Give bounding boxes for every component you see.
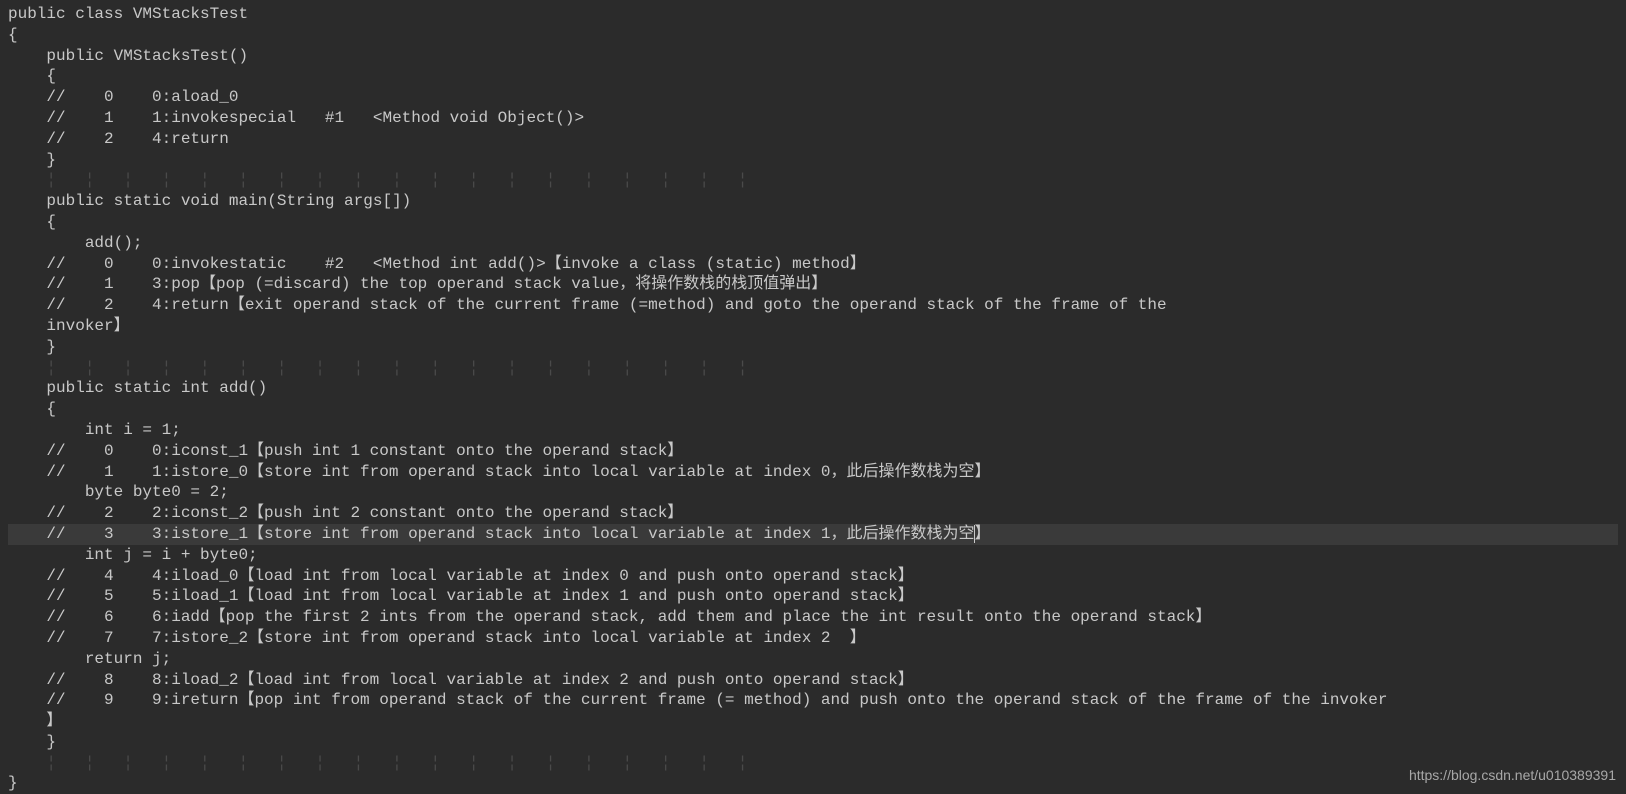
code-line: public static int add() — [8, 378, 1618, 399]
code-line: int j = i + byte0; — [8, 545, 1618, 566]
code-line: // 8 8:iload_2【load int from local varia… — [8, 670, 1618, 691]
code-line: // 2 4:return【exit operand stack of the … — [8, 295, 1618, 316]
code-line: // 9 9:ireturn【pop int from operand stac… — [8, 690, 1618, 711]
code-line: public class VMStacksTest — [8, 4, 1618, 25]
code-line: // 0 0:invokestatic #2 <Method int add()… — [8, 254, 1618, 275]
code-line: public static void main(String args[]) — [8, 191, 1618, 212]
code-line: return j; — [8, 649, 1618, 670]
code-line: { — [8, 66, 1618, 87]
whitespace-guide: ¦ ¦ ¦ ¦ ¦ ¦ ¦ ¦ ¦ ¦ ¦ ¦ ¦ ¦ ¦ ¦ ¦ ¦ ¦ — [8, 358, 1618, 379]
code-line: { — [8, 399, 1618, 420]
code-line: // 2 4:return — [8, 129, 1618, 150]
code-line: { — [8, 25, 1618, 46]
code-line: } — [8, 773, 1618, 794]
code-line: // 7 7:istore_2【store int from operand s… — [8, 628, 1618, 649]
code-line: int i = 1; — [8, 420, 1618, 441]
code-line: // 6 6:iadd【pop the first 2 ints from th… — [8, 607, 1618, 628]
code-line: // 1 1:invokespecial #1 <Method void Obj… — [8, 108, 1618, 129]
code-editor[interactable]: public class VMStacksTest { public VMSta… — [8, 4, 1618, 794]
code-line: invoker】 — [8, 316, 1618, 337]
code-line: byte byte0 = 2; — [8, 482, 1618, 503]
whitespace-guide: ¦ ¦ ¦ ¦ ¦ ¦ ¦ ¦ ¦ ¦ ¦ ¦ ¦ ¦ ¦ ¦ ¦ ¦ ¦ — [8, 753, 1618, 774]
code-line: public VMStacksTest() — [8, 46, 1618, 67]
code-line: } — [8, 732, 1618, 753]
code-line: // 1 1:istore_0【store int from operand s… — [8, 462, 1618, 483]
code-line-highlighted: // 3 3:istore_1【store int from operand s… — [8, 524, 1618, 545]
code-line: // 2 2:iconst_2【push int 2 constant onto… — [8, 503, 1618, 524]
code-line: add(); — [8, 233, 1618, 254]
code-line: 】 — [8, 711, 1618, 732]
watermark-text: https://blog.csdn.net/u010389391 — [1409, 766, 1616, 784]
code-line: { — [8, 212, 1618, 233]
code-line: // 0 0:iconst_1【push int 1 constant onto… — [8, 441, 1618, 462]
code-line: } — [8, 150, 1618, 171]
code-line: // 4 4:iload_0【load int from local varia… — [8, 566, 1618, 587]
whitespace-guide: ¦ ¦ ¦ ¦ ¦ ¦ ¦ ¦ ¦ ¦ ¦ ¦ ¦ ¦ ¦ ¦ ¦ ¦ ¦ — [8, 170, 1618, 191]
code-line: // 0 0:aload_0 — [8, 87, 1618, 108]
code-line: // 1 3:pop【pop (=discard) the top operan… — [8, 274, 1618, 295]
code-line: // 5 5:iload_1【load int from local varia… — [8, 586, 1618, 607]
code-line: } — [8, 337, 1618, 358]
